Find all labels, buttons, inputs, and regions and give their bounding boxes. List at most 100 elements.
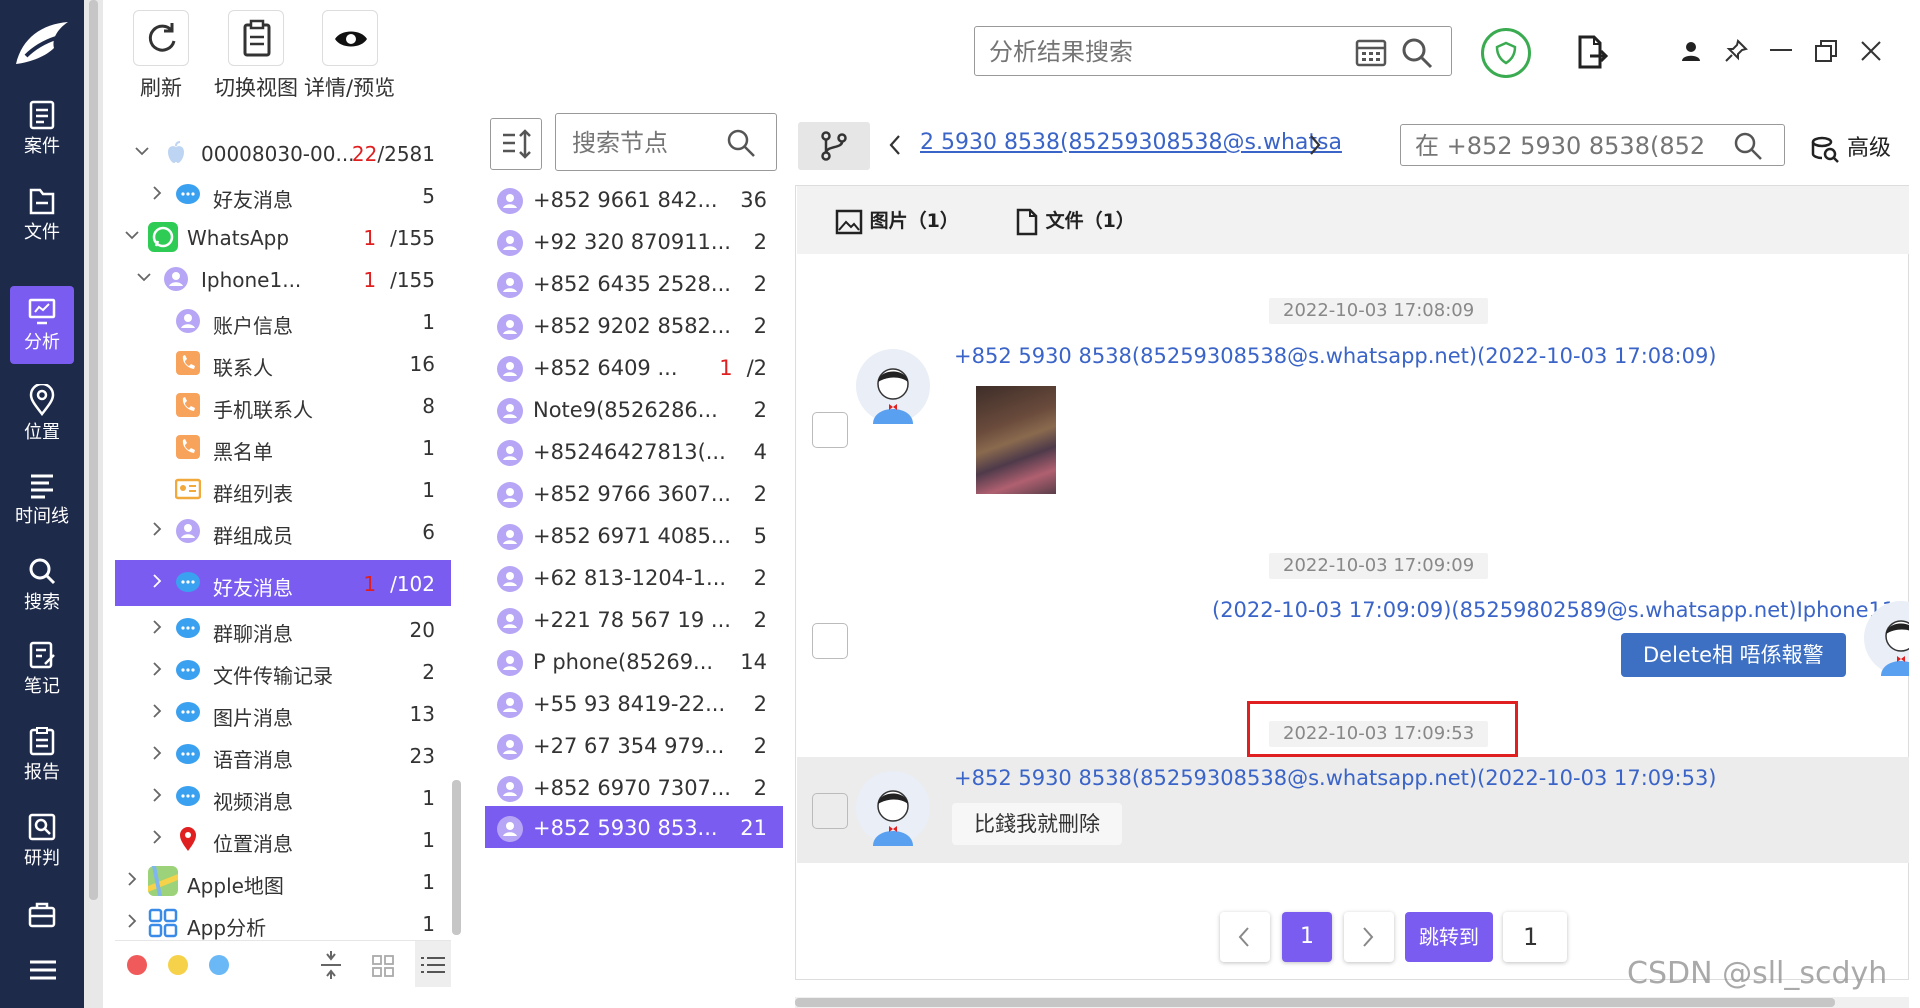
tree-item-apple-maps[interactable]: Apple地图 1	[115, 860, 451, 902]
chevron-right-icon[interactable]	[125, 914, 139, 928]
branch-button[interactable]	[798, 122, 870, 170]
chevron-down-icon[interactable]	[135, 144, 149, 158]
contact-list-item[interactable]: +92 320 870911... 2	[485, 220, 783, 262]
chevron-right-icon[interactable]	[150, 574, 164, 588]
chevron-right-icon[interactable]	[150, 704, 164, 718]
tree-scrollbar-thumb[interactable]	[452, 780, 461, 935]
result-search-input[interactable]	[989, 37, 1329, 67]
user-icon[interactable]	[1680, 40, 1702, 62]
refresh-button[interactable]	[133, 10, 189, 66]
contact-list-item[interactable]: +27 67 354 979... 2	[485, 724, 783, 766]
contact-list-item[interactable]: +852 6409 ... 1/2	[485, 346, 783, 388]
chevron-right-icon[interactable]	[150, 788, 164, 802]
list-view-button[interactable]	[415, 941, 451, 987]
tree-item-app-analysis[interactable]: App分析 1	[115, 902, 451, 944]
message-checkbox[interactable]	[812, 412, 848, 448]
chevron-right-icon[interactable]	[150, 746, 164, 760]
tree-item-blacklist[interactable]: 黑名单 1	[115, 426, 451, 468]
chevron-left-icon[interactable]	[888, 134, 902, 156]
tree-item-voice-msg[interactable]: 语音消息 23	[115, 734, 451, 776]
tree-item-whatsapp[interactable]: WhatsApp 1/155	[115, 216, 451, 258]
nav-item-notes[interactable]: 笔记	[0, 640, 84, 720]
details-preview-button[interactable]	[322, 10, 378, 66]
contact-list-item[interactable]: +85246427813(... 4	[485, 430, 783, 472]
tree-item-phone-contacts[interactable]: 手机联系人 8	[115, 384, 451, 426]
message-sender[interactable]: +852 5930 8538(85259308538@s.whatsapp.ne…	[954, 766, 1717, 790]
contact-list-item[interactable]: +62 813-1204-1... 2	[485, 556, 783, 598]
advanced-search-button[interactable]: 高级	[1810, 130, 1891, 164]
nav-item-analysis[interactable]: 分析	[10, 286, 74, 364]
tree-item-group-members[interactable]: 群组成员 6	[115, 510, 451, 552]
nav-item-timeline[interactable]: 时间线	[0, 470, 84, 550]
collapse-icon[interactable]	[319, 951, 343, 979]
pager-current-page[interactable]: 1	[1282, 912, 1332, 962]
pager-prev-button[interactable]	[1220, 912, 1270, 962]
outgoing-message-bubble[interactable]: Delete相 唔係報警	[1621, 633, 1846, 677]
tree-item-file-transfer[interactable]: 文件传输记录 2	[115, 650, 451, 692]
switch-view-button[interactable]	[228, 10, 284, 66]
chat-search-box[interactable]	[1400, 124, 1785, 166]
red-dot-filter[interactable]	[127, 955, 147, 975]
message-sender[interactable]: +852 5930 8538(85259308538@s.whatsapp.ne…	[954, 344, 1717, 368]
menu-icon[interactable]	[28, 958, 58, 982]
chevron-right-icon[interactable]	[150, 662, 164, 676]
search-icon[interactable]	[1733, 131, 1763, 161]
tree-item-contacts[interactable]: 联系人 16	[115, 342, 451, 384]
minimize-icon[interactable]	[1770, 48, 1792, 52]
nav-item-search[interactable]: 搜索	[0, 556, 84, 636]
nav-item-toolbox[interactable]	[0, 900, 84, 940]
message-checkbox[interactable]	[812, 793, 848, 829]
jump-page-input[interactable]: 1	[1503, 912, 1567, 962]
contact-list-item[interactable]: +852 5930 853... 21	[485, 806, 783, 848]
tree-item-group-list[interactable]: 群组列表 1	[115, 468, 451, 510]
tree-item-video-msg[interactable]: 视频消息 1	[115, 776, 451, 818]
contact-list-item[interactable]: +852 6435 2528... 2	[485, 262, 783, 304]
contact-list-item[interactable]: +852 6971 4085... 5	[485, 514, 783, 556]
tree-item-iphone[interactable]: Iphone1... 1/155	[115, 258, 451, 300]
node-search-input[interactable]	[572, 128, 722, 158]
contact-list-item[interactable]: Note9(8526286... 2	[485, 388, 783, 430]
tree-item-location-msg[interactable]: 位置消息 1	[115, 818, 451, 860]
restore-icon[interactable]	[1815, 40, 1837, 62]
chevron-right-icon[interactable]	[1308, 134, 1322, 156]
tree-item-account-info[interactable]: 账户信息 1	[115, 300, 451, 342]
contact-list-item[interactable]: +852 9766 3607... 2	[485, 472, 783, 514]
chevron-right-icon[interactable]	[150, 186, 164, 200]
contact-list-item[interactable]: +852 9202 8582... 2	[485, 304, 783, 346]
chevron-down-icon[interactable]	[125, 228, 139, 242]
grid-view-icon[interactable]	[372, 955, 394, 977]
contact-list-item[interactable]: +221 78 567 19 ... 2	[485, 598, 783, 640]
side-scrollbar-thumb[interactable]	[89, 0, 98, 900]
files-filter-button[interactable]: 文件（1）	[1015, 206, 1135, 236]
pager-next-button[interactable]	[1344, 912, 1394, 962]
chat-search-input[interactable]	[1415, 133, 1705, 159]
nav-item-judgement[interactable]: 研判	[0, 812, 84, 892]
images-filter-button[interactable]: 图片（1）	[835, 206, 959, 236]
export-icon[interactable]	[1576, 34, 1608, 70]
contact-list-item[interactable]: +55 93 8419-22... 2	[485, 682, 783, 724]
tree-item-group-chat[interactable]: 群聊消息 20	[115, 608, 451, 650]
chevron-right-icon[interactable]	[125, 872, 139, 886]
tree-item-friend-msg-selected[interactable]: 好友消息 1/102	[115, 560, 451, 606]
chevron-right-icon[interactable]	[150, 620, 164, 634]
contact-list-item[interactable]: P phone(85269... 14	[485, 640, 783, 682]
message-sender[interactable]: (2022-10-03 17:09:09)(85259802589@s.what…	[1212, 598, 1895, 622]
blue-dot-filter[interactable]	[209, 955, 229, 975]
close-icon[interactable]	[1860, 40, 1882, 62]
node-search-box[interactable]	[555, 113, 777, 171]
chevron-right-icon[interactable]	[150, 522, 164, 536]
contact-list-item[interactable]: +852 9661 842... 36	[485, 178, 783, 220]
message-checkbox[interactable]	[812, 623, 848, 659]
jump-to-button[interactable]: 跳转到	[1405, 912, 1493, 962]
search-icon[interactable]	[726, 128, 756, 158]
nav-item-file[interactable]: 文件	[0, 186, 84, 266]
tree-item-image-msg[interactable]: 图片消息 13	[115, 692, 451, 734]
tree-item-friend-msg-top[interactable]: 好友消息 5	[115, 174, 451, 216]
pin-icon[interactable]	[1724, 39, 1748, 63]
shield-status-button[interactable]	[1481, 28, 1531, 78]
sort-button[interactable]	[490, 118, 542, 170]
chat-hscroll-thumb[interactable]	[795, 998, 1835, 1007]
incoming-message-bubble[interactable]: 比錢我就刪除	[952, 803, 1122, 845]
result-search-box[interactable]	[974, 26, 1452, 76]
chevron-right-icon[interactable]	[150, 830, 164, 844]
